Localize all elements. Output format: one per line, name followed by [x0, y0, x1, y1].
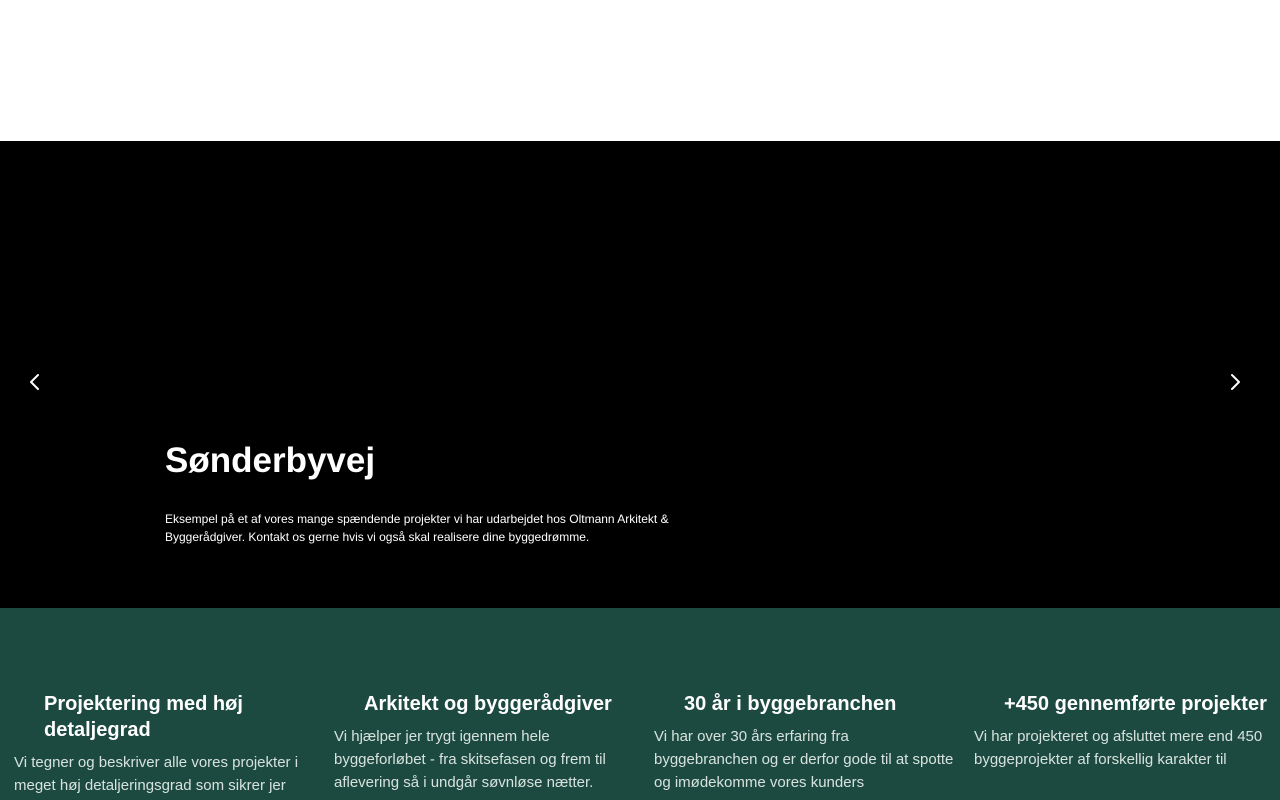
- feature-architect: Arkitekt og byggerådgiver Vi hjælper jer…: [334, 691, 634, 794]
- feature-title: 30 år i byggebranchen: [684, 693, 897, 715]
- chevron-right-icon: [1231, 374, 1240, 390]
- feature-title: Projektering med høj detaljegrad: [44, 693, 243, 741]
- features-section: Projektering med høj detaljegrad Vi tegn…: [0, 608, 1280, 800]
- site-header: [0, 0, 1280, 141]
- feature-title: Arkitekt og byggerådgiver: [364, 693, 612, 715]
- feature-projects: +450 gennemførte projekter Vi har projek…: [974, 691, 1274, 771]
- feature-text: Vi tegner og beskriver alle vores projek…: [14, 754, 299, 794]
- feature-experience: 30 år i byggebranchen Vi har over 30 års…: [654, 691, 954, 794]
- hero-slider: Sønderbyvej Eksempel på et af vores mang…: [0, 141, 1280, 608]
- slider-prev-button[interactable]: [23, 370, 47, 394]
- feature-text: Vi hjælper jer trygt igennem hele byggef…: [334, 728, 606, 791]
- feature-title: +450 gennemførte projekter: [1004, 693, 1267, 715]
- feature-text: Vi har projekteret og afsluttet mere end…: [974, 728, 1263, 768]
- slider-next-button[interactable]: [1223, 370, 1247, 394]
- slide-description: Eksempel på et af vores mange spændende …: [165, 512, 669, 544]
- feature-text: Vi har over 30 års erfaring fra byggebra…: [654, 728, 954, 791]
- slide-title: Sønderbyvej: [165, 441, 376, 480]
- chevron-left-icon: [30, 374, 39, 390]
- feature-detail: Projektering med høj detaljegrad Vi tegn…: [14, 691, 314, 797]
